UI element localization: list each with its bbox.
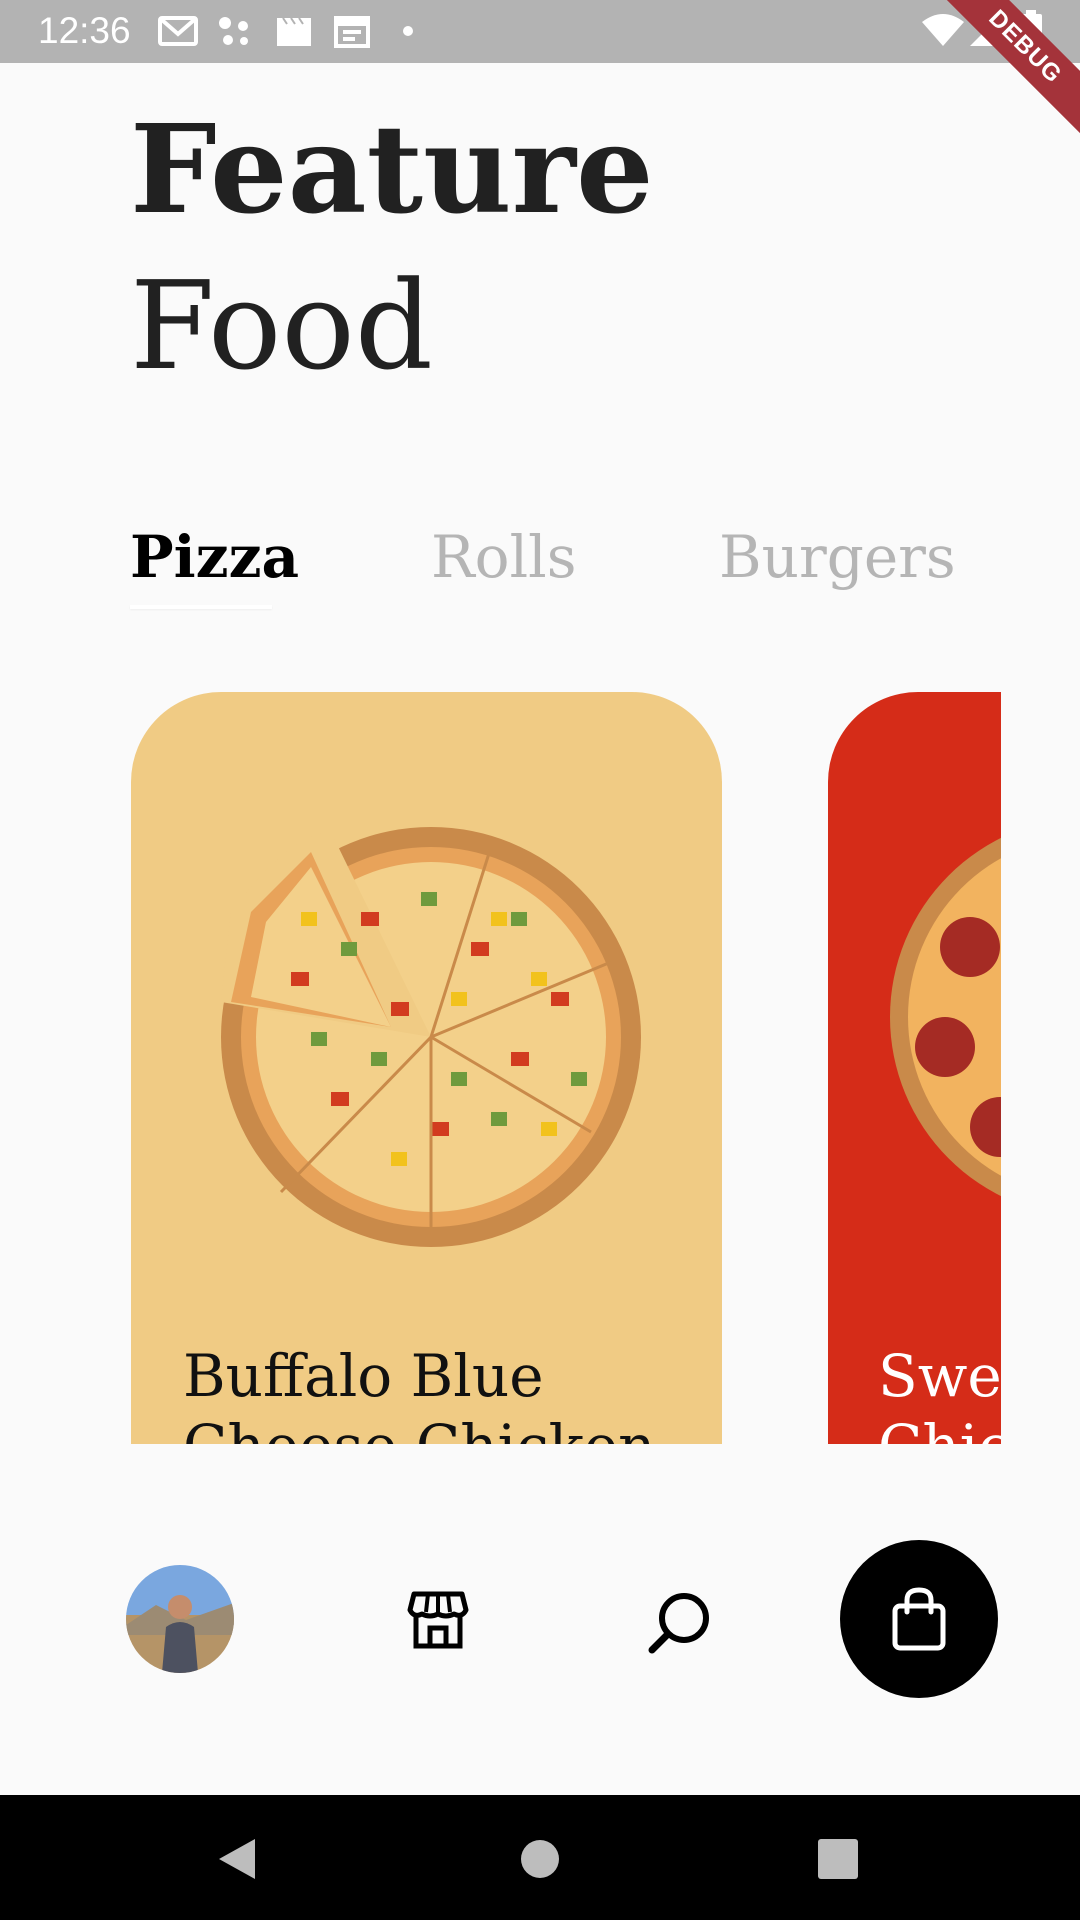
dot-icon xyxy=(403,26,413,36)
pizza-image xyxy=(221,827,641,1247)
home-icon[interactable] xyxy=(518,1837,562,1881)
calendar-icon xyxy=(334,16,370,48)
active-tab-indicator xyxy=(130,605,272,609)
page-title-primary: Feature xyxy=(130,97,654,241)
card-title: Buffalo Blue Cheese Chicken xyxy=(183,1342,656,1444)
store-icon[interactable] xyxy=(406,1588,470,1652)
recents-icon[interactable] xyxy=(818,1839,858,1879)
cart-button[interactable] xyxy=(840,1540,998,1698)
tab-burgers[interactable]: Burgers xyxy=(719,528,956,586)
search-icon[interactable] xyxy=(646,1588,714,1656)
card-title: Sweet Chili Chicken xyxy=(878,1342,1001,1444)
status-time: 12:36 xyxy=(38,10,131,51)
back-icon[interactable] xyxy=(215,1837,259,1881)
page-title-secondary: Food xyxy=(130,255,433,397)
tab-pizza[interactable]: Pizza xyxy=(130,528,299,586)
status-bar: 12:36 DEBUG xyxy=(0,0,1080,151)
tab-rolls[interactable]: Rolls xyxy=(431,528,576,586)
shopping-bag-icon xyxy=(892,1587,946,1651)
gmail-icon xyxy=(158,16,198,46)
food-card[interactable]: Buffalo Blue Cheese Chicken xyxy=(131,692,722,1444)
pepperoni-pizza-image xyxy=(890,837,1001,1197)
wifi-icon xyxy=(922,14,964,46)
avatar[interactable] xyxy=(126,1565,234,1673)
food-card[interactable]: Sweet Chili Chicken xyxy=(828,692,1001,1444)
clapper-icon xyxy=(277,17,311,46)
system-nav-bar xyxy=(0,1795,1080,1920)
assistant-dots-icon xyxy=(219,17,248,45)
